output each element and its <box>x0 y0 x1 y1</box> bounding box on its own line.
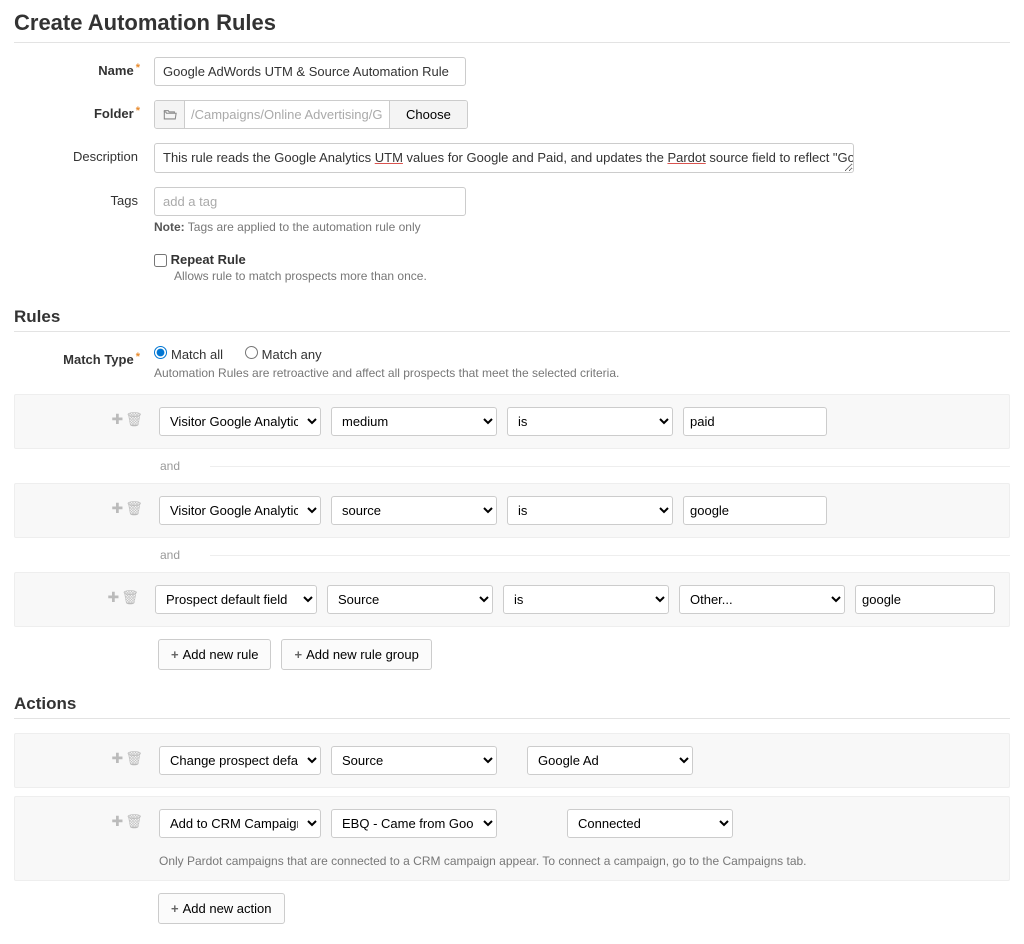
rules-heading: Rules <box>14 307 1010 327</box>
connector-line <box>210 466 1010 467</box>
rule-icons: ✚🗑 <box>29 746 159 767</box>
rule-attr-select[interactable]: medium <box>331 407 497 436</box>
match-any-radio[interactable] <box>245 346 258 359</box>
rule-value-input[interactable] <box>855 585 995 614</box>
add-icon[interactable]: ✚ <box>107 589 119 605</box>
tags-note: Note: Tags are applied to the automation… <box>154 220 466 234</box>
tags-input[interactable] <box>154 187 466 216</box>
match-type-row: Match Type Match all Match any Automatio… <box>14 346 1010 380</box>
rule-operator-select[interactable]: is <box>503 585 669 614</box>
add-action-label: Add new action <box>183 901 272 916</box>
desc-utm: UTM <box>375 150 403 165</box>
rule-icons: ✚🗑 <box>29 585 155 606</box>
description-row: Description This rule reads the Google A… <box>14 143 1010 173</box>
description-input[interactable]: This rule reads the Google Analytics UTM… <box>154 143 854 173</box>
divider <box>14 718 1010 719</box>
page-title: Create Automation Rules <box>14 10 1010 36</box>
folder-input-group: Choose <box>154 100 468 129</box>
action-value-select[interactable]: Google Ad <box>527 746 693 775</box>
repeat-rule-block: Repeat Rule Allows rule to match prospec… <box>154 252 466 283</box>
folder-path <box>185 101 389 128</box>
action-attr-select[interactable]: Source <box>331 746 497 775</box>
trash-icon[interactable]: 🗑 <box>121 589 139 605</box>
tags-note-text: Tags are applied to the automation rule … <box>185 220 421 234</box>
rule-connector: and <box>160 548 1010 562</box>
add-action-button[interactable]: Add new action <box>158 893 285 924</box>
repeat-rule-label: Repeat Rule <box>171 252 246 267</box>
tags-row: Tags Note: Tags are applied to the autom… <box>14 187 1010 283</box>
rule-attr-select[interactable]: source <box>331 496 497 525</box>
action-field-select[interactable]: Add to CRM Campaign <box>159 809 321 838</box>
action-row: ✚🗑 Add to CRM Campaign EBQ - Came from G… <box>14 796 1010 881</box>
trash-icon[interactable]: 🗑 <box>125 500 143 516</box>
tags-note-bold: Note: <box>154 220 185 234</box>
rule-value-input[interactable] <box>683 407 827 436</box>
rule-attr-select[interactable]: Source <box>327 585 493 614</box>
action-field-select[interactable]: Change prospect default fiel <box>159 746 321 775</box>
match-all-radio[interactable] <box>154 346 167 359</box>
rule-operator-select[interactable]: is <box>507 407 673 436</box>
add-rule-group-label: Add new rule group <box>306 647 419 662</box>
add-icon[interactable]: ✚ <box>111 500 123 516</box>
description-label: Description <box>14 143 154 164</box>
trash-icon[interactable]: 🗑 <box>125 813 143 829</box>
folder-label: Folder <box>14 100 154 121</box>
campaign-note: Only Pardot campaigns that are connected… <box>159 854 807 868</box>
folder-choose-button[interactable]: Choose <box>389 101 467 128</box>
name-label: Name <box>14 57 154 78</box>
rule-operator-select[interactable]: is <box>507 496 673 525</box>
match-all-option[interactable]: Match all <box>154 347 223 362</box>
rule-connector: and <box>160 459 1010 473</box>
rule-icons: ✚🗑 <box>29 407 159 428</box>
rule-row: ✚🗑 Visitor Google Analytics para medium … <box>14 394 1010 449</box>
rule-field-select[interactable]: Prospect default field <box>155 585 317 614</box>
rule-value-select[interactable]: Other... <box>679 585 845 614</box>
desc-pardot: Pardot <box>667 150 705 165</box>
name-input[interactable] <box>154 57 466 86</box>
rule-field-select[interactable]: Visitor Google Analytics para <box>159 407 321 436</box>
rule-buttons: Add new rule Add new rule group <box>158 639 1010 670</box>
rule-row: ✚🗑 Prospect default field Source is Othe… <box>14 572 1010 627</box>
desc-text: source field to reflect "Google Ads." <box>706 150 854 165</box>
action-buttons: Add new action <box>158 893 1010 924</box>
match-any-option[interactable]: Match any <box>245 347 322 362</box>
desc-text: values for Google and Paid, and updates … <box>403 150 668 165</box>
add-icon[interactable]: ✚ <box>111 750 123 766</box>
rule-row: ✚🗑 Visitor Google Analytics para source … <box>14 483 1010 538</box>
add-icon[interactable]: ✚ <box>111 813 123 829</box>
name-row: Name <box>14 57 1010 86</box>
desc-text: This rule reads the Google Analytics <box>163 150 375 165</box>
connector-line <box>210 555 1010 556</box>
rule-field-select[interactable]: Visitor Google Analytics para <box>159 496 321 525</box>
action-status-select[interactable]: Connected <box>567 809 733 838</box>
rule-icons: ✚🗑 <box>29 496 159 517</box>
match-any-label: Match any <box>262 347 322 362</box>
add-rule-group-button[interactable]: Add new rule group <box>281 639 431 670</box>
divider <box>14 42 1010 43</box>
trash-icon[interactable]: 🗑 <box>125 411 143 427</box>
repeat-rule-help: Allows rule to match prospects more than… <box>174 269 466 283</box>
add-rule-button[interactable]: Add new rule <box>158 639 271 670</box>
divider <box>14 331 1010 332</box>
match-type-label: Match Type <box>14 346 154 367</box>
add-rule-label: Add new rule <box>183 647 259 662</box>
add-icon[interactable]: ✚ <box>111 411 123 427</box>
action-campaign-select[interactable]: EBQ - Came from Google Ad <box>331 809 497 838</box>
connector-label: and <box>160 548 180 562</box>
match-all-label: Match all <box>171 347 223 362</box>
trash-icon[interactable]: 🗑 <box>125 750 143 766</box>
tags-label: Tags <box>14 187 154 208</box>
rule-icons: ✚🗑 <box>29 809 159 830</box>
rule-value-input[interactable] <box>683 496 827 525</box>
folder-open-icon <box>155 101 185 128</box>
action-row: ✚🗑 Change prospect default fiel Source G… <box>14 733 1010 788</box>
folder-row: Folder Choose <box>14 100 1010 129</box>
actions-heading: Actions <box>14 694 1010 714</box>
repeat-rule-checkbox[interactable] <box>154 254 167 267</box>
connector-label: and <box>160 459 180 473</box>
match-type-help: Automation Rules are retroactive and aff… <box>154 366 619 380</box>
match-type-radios: Match all Match any <box>154 346 619 362</box>
